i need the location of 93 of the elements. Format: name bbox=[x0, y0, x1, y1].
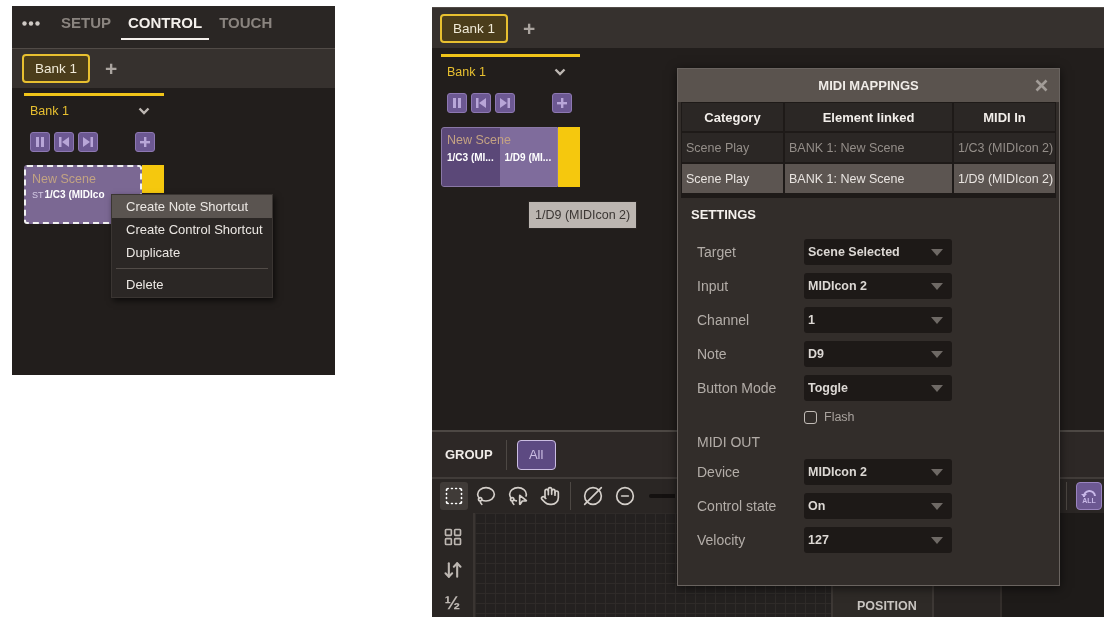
slashed-circle-icon bbox=[583, 486, 603, 506]
filter-button[interactable]: All bbox=[516, 439, 556, 470]
rect-select-icon bbox=[444, 486, 464, 506]
dropdown[interactable]: Scene Selected bbox=[804, 239, 952, 265]
bank-title: Bank 1 bbox=[447, 65, 486, 79]
caret-icon bbox=[931, 384, 943, 392]
field-label: Control state bbox=[697, 498, 778, 514]
group-title: GROUP bbox=[445, 447, 493, 462]
caret-icon bbox=[931, 248, 943, 256]
add-bank-button[interactable]: + bbox=[105, 58, 118, 79]
scene-card[interactable]: New Scene 1/C3 (MI... 1/D9 (MI... bbox=[441, 127, 558, 187]
skip-back-icon bbox=[476, 98, 486, 108]
caret-icon bbox=[931, 502, 943, 510]
table-row[interactable]: Scene Play BANK 1: New Scene 1/D9 (MIDIcon 2) bbox=[682, 164, 1055, 193]
scene-strip bbox=[558, 127, 580, 187]
field-label: Velocity bbox=[697, 532, 747, 548]
table-cell: 1/D9 (MIDIcon 2) bbox=[952, 164, 1055, 193]
column-header: MIDI In bbox=[952, 103, 1055, 131]
field-label: Note bbox=[697, 346, 728, 362]
scene-strip bbox=[142, 165, 164, 193]
table-cell-text: Scene Play bbox=[685, 170, 751, 188]
dropdown[interactable]: Toggle bbox=[804, 375, 952, 401]
settings-title: SETTINGS bbox=[691, 207, 756, 222]
table-cell: BANK 1: New Scene bbox=[783, 164, 952, 193]
plus-icon bbox=[140, 137, 150, 147]
chevron-down-icon bbox=[554, 68, 566, 76]
arc-arrow-icon bbox=[1081, 488, 1097, 497]
pause-icon bbox=[453, 98, 461, 108]
dropdown[interactable]: On bbox=[804, 493, 952, 519]
checkbox[interactable] bbox=[804, 410, 817, 424]
skip-forward-icon bbox=[500, 98, 510, 108]
fraction-button[interactable]: ½ bbox=[444, 593, 461, 613]
field-label: Target bbox=[697, 244, 737, 260]
scene-name: New Scene bbox=[32, 172, 97, 186]
field-label: Input bbox=[697, 278, 730, 294]
table-cell: 1/C3 (MIDIcon 2) bbox=[952, 133, 1055, 162]
tool-button[interactable] bbox=[440, 482, 468, 510]
menu-item[interactable]: Delete bbox=[112, 273, 272, 296]
column-header: Element linked bbox=[783, 103, 952, 131]
mode-tab[interactable]: TOUCH bbox=[212, 6, 280, 40]
lasso-icon bbox=[476, 486, 496, 506]
scene-status: ST bbox=[32, 190, 44, 200]
add-scene-button[interactable] bbox=[135, 132, 155, 152]
caret-icon bbox=[931, 282, 943, 290]
chevron-down-icon bbox=[138, 107, 150, 115]
bank-tab[interactable]: Bank 1 bbox=[440, 13, 509, 43]
field-label: Button Mode bbox=[697, 380, 778, 396]
hand-icon bbox=[540, 486, 560, 506]
zoom-out-icon bbox=[615, 486, 635, 506]
column-header: Category bbox=[703, 108, 762, 127]
menu-item[interactable]: Create Note Shortcut bbox=[112, 195, 272, 218]
plus-icon bbox=[557, 98, 567, 108]
section-heading: MIDI OUT bbox=[697, 434, 760, 450]
dropdown[interactable]: MIDIcon 2 bbox=[804, 273, 952, 299]
table-cell-text: Scene Play bbox=[685, 139, 751, 157]
add-scene-button[interactable] bbox=[552, 93, 572, 113]
caret-icon bbox=[931, 536, 943, 544]
grid-icon[interactable] bbox=[442, 527, 463, 547]
previous-button[interactable] bbox=[54, 132, 74, 152]
field-label: Device bbox=[697, 464, 741, 480]
dialog-title: MIDI MAPPINGS bbox=[818, 78, 919, 93]
pause-button[interactable] bbox=[30, 132, 50, 152]
more-icon bbox=[22, 20, 40, 26]
mode-tab[interactable]: CONTROL bbox=[121, 6, 210, 40]
scene-name: New Scene bbox=[446, 132, 512, 148]
caret-icon bbox=[931, 350, 943, 358]
dropdown[interactable]: 127 bbox=[804, 527, 952, 553]
skip-forward-icon bbox=[83, 137, 93, 147]
menu-item[interactable]: Duplicate bbox=[112, 241, 272, 264]
table-row[interactable]: Scene Play BANK 1: New Scene 1/C3 (MIDIcon 2) bbox=[682, 133, 1055, 162]
dropdown[interactable]: D9 bbox=[804, 341, 952, 367]
pause-button[interactable] bbox=[447, 93, 467, 113]
property-item[interactable]: POSITION bbox=[857, 599, 932, 613]
skip-back-icon bbox=[59, 137, 69, 147]
polygon-lasso-icon bbox=[508, 486, 528, 506]
caret-icon bbox=[931, 316, 943, 324]
previous-button[interactable] bbox=[471, 93, 491, 113]
next-button[interactable] bbox=[78, 132, 98, 152]
close-icon bbox=[1035, 79, 1048, 92]
dropdown[interactable]: 1 bbox=[804, 307, 952, 333]
shortcut-label: 1/C3 (MIDIco bbox=[44, 189, 105, 200]
field-label: Channel bbox=[697, 312, 751, 328]
bank-title: Bank 1 bbox=[30, 104, 69, 118]
sort-arrows-icon[interactable] bbox=[442, 560, 463, 580]
table-cell: BANK 1: New Scene bbox=[783, 133, 952, 162]
pause-icon bbox=[36, 137, 44, 147]
mode-tab[interactable]: SETUP bbox=[54, 6, 118, 40]
add-bank-button[interactable]: + bbox=[523, 17, 536, 39]
dropdown[interactable]: MIDIcon 2 bbox=[804, 459, 952, 485]
next-button[interactable] bbox=[495, 93, 515, 113]
checkbox-label: Flash bbox=[824, 410, 855, 424]
bank-tab[interactable]: Bank 1 bbox=[22, 54, 91, 83]
tooltip: 1/D9 (MIDIcon 2) bbox=[528, 201, 638, 229]
